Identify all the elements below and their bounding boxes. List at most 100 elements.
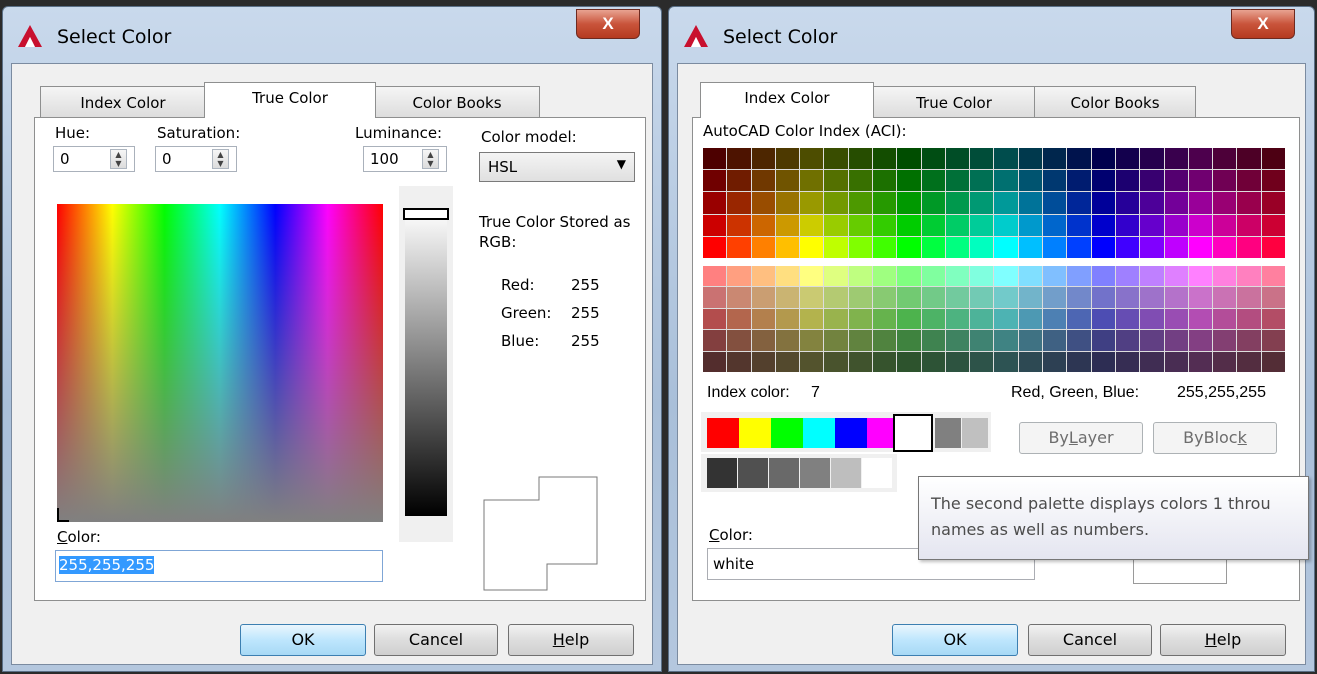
aci-color-cell[interactable]	[1213, 170, 1237, 192]
ok-button[interactable]: OK	[240, 624, 366, 656]
aci-color-cell[interactable]	[1067, 287, 1091, 308]
aci-color-cell[interactable]	[824, 214, 848, 236]
aci-color-cell[interactable]	[1043, 192, 1067, 214]
aci-color-cell[interactable]	[1067, 351, 1091, 372]
aci-color-cell[interactable]	[945, 148, 970, 170]
aci-color-cell[interactable]	[1261, 236, 1285, 258]
aci-color-cell[interactable]	[1261, 170, 1285, 192]
swatch-gray[interactable]	[935, 418, 961, 448]
aci-color-cell[interactable]	[727, 192, 751, 214]
aci-color-cell[interactable]	[1261, 330, 1285, 351]
aci-color-cell[interactable]	[1140, 308, 1164, 330]
aci-color-cell[interactable]	[824, 351, 848, 372]
aci-color-cell[interactable]	[921, 308, 945, 330]
aci-color-cell[interactable]	[775, 308, 800, 330]
aci-color-cell[interactable]	[970, 287, 994, 308]
aci-color-cell[interactable]	[775, 266, 800, 287]
aci-color-cell[interactable]	[751, 308, 775, 330]
swatch-cyan[interactable]	[803, 418, 835, 448]
aci-color-cell[interactable]	[1018, 266, 1043, 287]
aci-color-cell[interactable]	[1091, 351, 1115, 372]
aci-color-cell[interactable]	[824, 266, 848, 287]
aci-color-cell[interactable]	[800, 236, 824, 258]
aci-color-cell[interactable]	[873, 148, 897, 170]
swatch-blue[interactable]	[835, 418, 867, 448]
aci-color-cell[interactable]	[1140, 287, 1164, 308]
swatch-gray-250[interactable]	[707, 458, 737, 488]
aci-color-cell[interactable]	[848, 330, 873, 351]
aci-color-cell[interactable]	[1213, 214, 1237, 236]
aci-color-cell[interactable]	[897, 148, 921, 170]
swatch-gray-253[interactable]	[800, 458, 830, 488]
aci-color-cell[interactable]	[1140, 214, 1164, 236]
swatch-white-selected[interactable]	[893, 414, 933, 452]
aci-color-cell[interactable]	[1213, 148, 1237, 170]
aci-color-cell[interactable]	[751, 170, 775, 192]
aci-color-cell[interactable]	[824, 287, 848, 308]
aci-color-cell[interactable]	[1188, 170, 1213, 192]
aci-color-cell[interactable]	[945, 330, 970, 351]
aci-color-cell[interactable]	[1237, 170, 1261, 192]
aci-color-cell[interactable]	[1018, 148, 1043, 170]
aci-color-cell[interactable]	[751, 330, 775, 351]
bylayer-button[interactable]: ByLayer	[1019, 422, 1143, 454]
aci-color-cell[interactable]	[1164, 236, 1188, 258]
aci-color-cell[interactable]	[1115, 148, 1140, 170]
aci-color-cell[interactable]	[970, 214, 994, 236]
aci-color-cell[interactable]	[1237, 308, 1261, 330]
aci-color-cell[interactable]	[1091, 308, 1115, 330]
aci-color-cell[interactable]	[994, 308, 1018, 330]
ok-button[interactable]: OK	[892, 624, 1018, 656]
aci-color-cell[interactable]	[703, 236, 727, 258]
aci-color-cell[interactable]	[897, 170, 921, 192]
color-model-dropdown[interactable]: HSL ▼	[479, 152, 635, 182]
aci-color-cell[interactable]	[1261, 308, 1285, 330]
help-button[interactable]: Help	[508, 624, 634, 656]
aci-color-cell[interactable]	[1018, 170, 1043, 192]
aci-color-cell[interactable]	[921, 148, 945, 170]
aci-color-cell[interactable]	[1164, 170, 1188, 192]
aci-color-cell[interactable]	[1164, 287, 1188, 308]
aci-color-cell[interactable]	[751, 192, 775, 214]
aci-color-cell[interactable]	[1237, 351, 1261, 372]
aci-color-cell[interactable]	[1140, 266, 1164, 287]
tab-true-color[interactable]: True Color	[872, 86, 1036, 118]
swatch-light-gray[interactable]	[962, 418, 988, 448]
aci-color-cell[interactable]	[1213, 330, 1237, 351]
aci-color-cell[interactable]	[1067, 236, 1091, 258]
tab-color-books[interactable]: Color Books	[1034, 86, 1196, 118]
aci-color-cell[interactable]	[1115, 287, 1140, 308]
aci-color-cell[interactable]	[970, 308, 994, 330]
aci-color-cell[interactable]	[994, 214, 1018, 236]
aci-color-cell[interactable]	[1018, 192, 1043, 214]
aci-color-cell[interactable]	[848, 266, 873, 287]
aci-color-cell[interactable]	[1188, 214, 1213, 236]
aci-color-cell[interactable]	[1213, 266, 1237, 287]
aci-color-cell[interactable]	[897, 236, 921, 258]
aci-color-cell[interactable]	[775, 214, 800, 236]
aci-color-cell[interactable]	[921, 236, 945, 258]
aci-color-cell[interactable]	[848, 170, 873, 192]
aci-color-cell[interactable]	[800, 192, 824, 214]
aci-color-cell[interactable]	[1043, 236, 1067, 258]
aci-color-cell[interactable]	[945, 266, 970, 287]
aci-color-cell[interactable]	[848, 192, 873, 214]
aci-color-cell[interactable]	[897, 330, 921, 351]
aci-color-cell[interactable]	[1164, 351, 1188, 372]
aci-color-cell[interactable]	[1043, 266, 1067, 287]
aci-color-cell[interactable]	[1213, 236, 1237, 258]
aci-color-cell[interactable]	[703, 330, 727, 351]
aci-color-cell[interactable]	[970, 170, 994, 192]
aci-color-cell[interactable]	[897, 351, 921, 372]
aci-color-cell[interactable]	[897, 192, 921, 214]
aci-color-cell[interactable]	[703, 266, 727, 287]
aci-color-cell[interactable]	[775, 148, 800, 170]
saturation-spinner[interactable]: 0 ▲ ▼	[155, 146, 237, 172]
aci-color-cell[interactable]	[945, 170, 970, 192]
swatch-green[interactable]	[771, 418, 803, 448]
aci-color-cell[interactable]	[873, 236, 897, 258]
aci-color-cell[interactable]	[873, 308, 897, 330]
aci-color-cell[interactable]	[1018, 330, 1043, 351]
aci-color-cell[interactable]	[775, 330, 800, 351]
aci-color-cell[interactable]	[1115, 214, 1140, 236]
